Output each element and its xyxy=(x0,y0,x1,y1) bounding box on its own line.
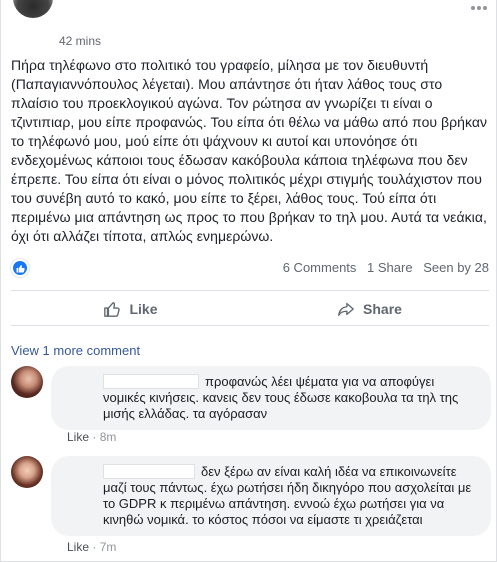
comment-meta: Like · 8m xyxy=(67,430,117,444)
action-bar: Like Share xyxy=(11,290,489,326)
comment-meta: Like · 7m xyxy=(67,540,117,554)
comment-time[interactable]: 8m xyxy=(100,430,117,444)
comments-count[interactable]: 6 Comments xyxy=(283,260,357,275)
more-dots-icon[interactable] xyxy=(469,0,489,16)
post-text: Πήρα τηλέφωνο στο πολιτικό του γραφείο, … xyxy=(11,57,488,244)
shares-count[interactable]: 1 Share xyxy=(367,260,413,275)
post-header: 42 mins xyxy=(9,0,489,52)
author-avatar[interactable] xyxy=(13,0,53,18)
like-label: Like xyxy=(129,301,158,317)
post-timestamp[interactable]: 42 mins xyxy=(59,34,101,48)
comment-bubble: δεν ξέρω αν είναι καλή ιδέα να επικοινων… xyxy=(51,456,491,536)
like-reaction-icon[interactable] xyxy=(11,259,29,277)
share-button[interactable]: Share xyxy=(250,293,489,325)
share-arrow-icon xyxy=(338,302,354,316)
share-label: Share xyxy=(363,301,402,317)
view-more-comments-link[interactable]: View 1 more comment xyxy=(11,343,140,358)
post-stats: 6 Comments 1 Share Seen by 28 xyxy=(11,256,489,280)
seen-count[interactable]: Seen by 28 xyxy=(423,260,489,275)
like-thumb-icon xyxy=(104,302,121,317)
comment-time[interactable]: 7m xyxy=(100,540,117,554)
redacted-name xyxy=(103,374,199,389)
comment-bubble: προφανώς λέει ψέματα για να αποφύγει νομ… xyxy=(51,366,491,430)
redacted-name xyxy=(103,464,195,479)
post-card: 42 mins Πήρα τηλέφωνο στο πολιτικό του γ… xyxy=(0,0,497,562)
commenter-avatar[interactable] xyxy=(11,366,43,398)
comment-like-link[interactable]: Like xyxy=(67,540,89,554)
like-button[interactable]: Like xyxy=(11,293,250,325)
commenter-avatar[interactable] xyxy=(11,456,43,488)
comment-like-link[interactable]: Like xyxy=(67,430,89,444)
